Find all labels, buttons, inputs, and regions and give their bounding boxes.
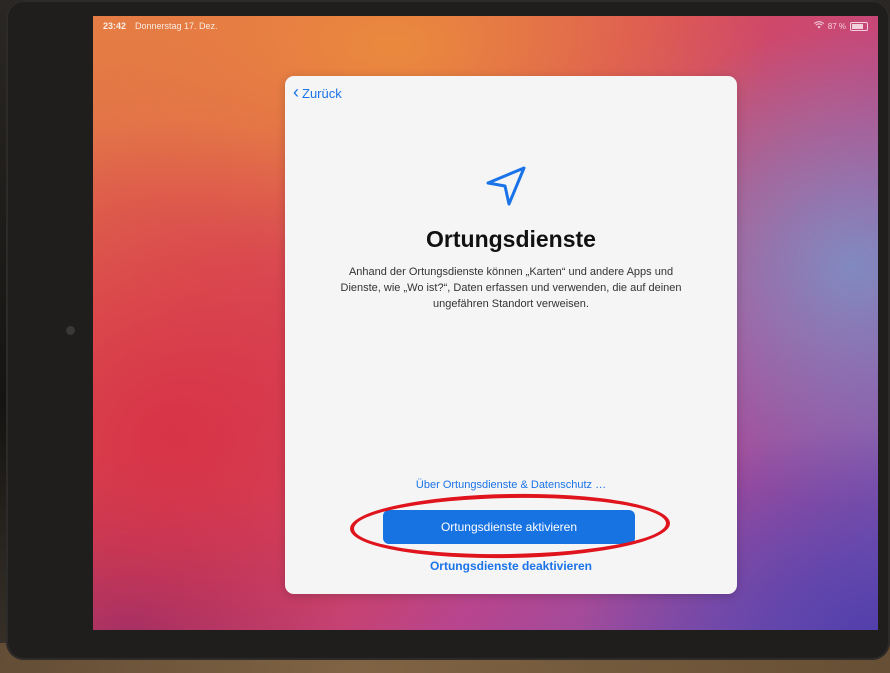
- photo: 23:42 Donnerstag 17. Dez. 87 % ‹ Zurück …: [0, 0, 890, 673]
- battery-percentage: 87 %: [827, 21, 846, 31]
- battery-icon: [850, 21, 868, 31]
- description-text: Anhand der Ortungsdienste können „Karten…: [340, 266, 682, 310]
- chevron-left-icon: ‹: [293, 82, 299, 102]
- camera-icon: [66, 326, 75, 335]
- status-time: 23:42: [103, 21, 127, 31]
- page-title: Ortungsdienste: [426, 226, 596, 252]
- status-date: Donnerstag 17. Dez.: [135, 21, 218, 31]
- wifi-icon: [813, 21, 824, 31]
- disable-location-link[interactable]: Ortungsdienste deaktivieren: [285, 559, 737, 573]
- back-button[interactable]: ‹ Zurück: [293, 82, 342, 102]
- back-label: Zurück: [302, 86, 342, 101]
- location-arrow-icon: [486, 166, 526, 206]
- status-indicators: 87 %: [813, 21, 868, 31]
- privacy-info-link[interactable]: Über Ortungsdienste & Datenschutz …: [285, 479, 737, 491]
